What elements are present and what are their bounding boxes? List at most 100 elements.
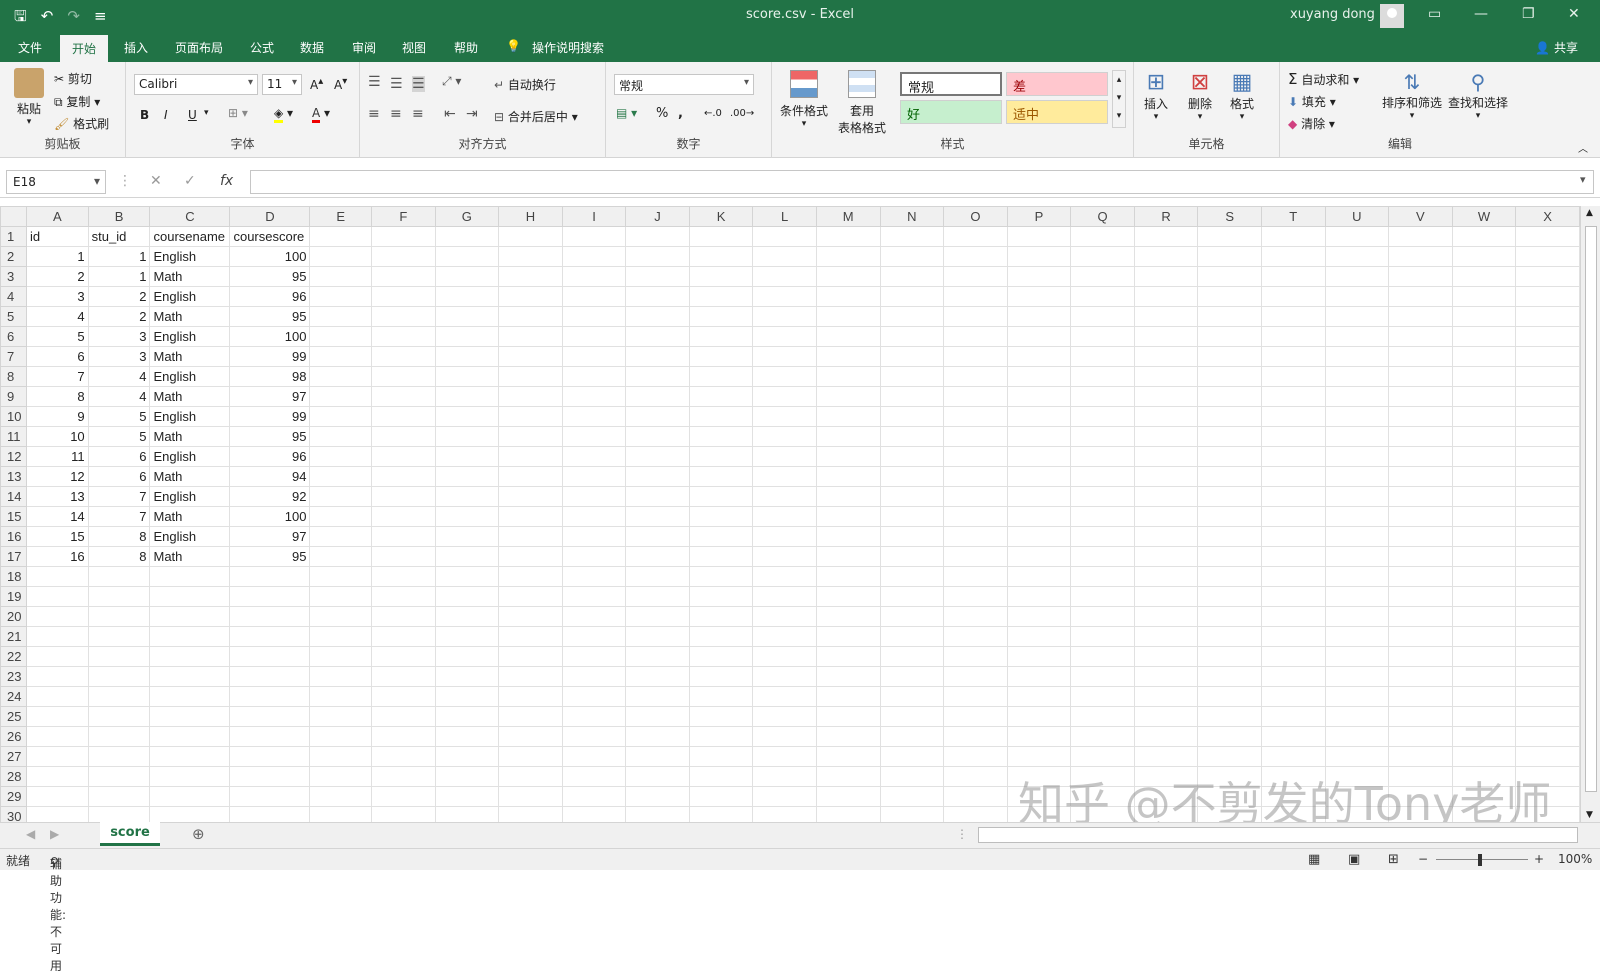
- cell[interactable]: [688, 506, 754, 527]
- cell[interactable]: [149, 806, 231, 822]
- cell[interactable]: [815, 726, 881, 747]
- cell[interactable]: [1197, 526, 1262, 547]
- row-header[interactable]: 12: [0, 446, 27, 467]
- tab-page-layout[interactable]: 页面布局: [175, 39, 223, 56]
- cell[interactable]: [229, 666, 311, 687]
- cell[interactable]: 2: [87, 306, 151, 327]
- cell[interactable]: [688, 326, 754, 347]
- cell[interactable]: [1515, 546, 1580, 567]
- cell[interactable]: [752, 446, 817, 467]
- cell[interactable]: [943, 506, 1008, 527]
- cell[interactable]: [309, 706, 373, 727]
- cell[interactable]: English: [149, 486, 231, 507]
- cell[interactable]: [1260, 246, 1326, 267]
- enter-icon[interactable]: ✓: [184, 173, 196, 189]
- cell[interactable]: [309, 306, 373, 327]
- cell[interactable]: [1451, 346, 1517, 367]
- cell[interactable]: [561, 346, 627, 367]
- cell[interactable]: [879, 246, 945, 267]
- cell[interactable]: [1515, 486, 1580, 507]
- tell-me-search[interactable]: 操作说明搜索: [532, 39, 604, 56]
- column-header[interactable]: V: [1388, 206, 1453, 227]
- cell[interactable]: [879, 566, 945, 587]
- cell[interactable]: [1197, 726, 1262, 747]
- ribbon-display-icon[interactable]: ▭: [1428, 6, 1441, 22]
- cell[interactable]: [25, 746, 89, 767]
- italic-button[interactable]: I: [164, 108, 168, 122]
- column-header[interactable]: N: [879, 206, 945, 227]
- cell[interactable]: 2: [25, 266, 89, 287]
- cell[interactable]: [498, 486, 563, 507]
- cut-button[interactable]: ✂ 剪切: [54, 70, 92, 87]
- cell[interactable]: [1451, 446, 1517, 467]
- cell[interactable]: [309, 766, 373, 787]
- split-handle-icon[interactable]: ⋮: [956, 827, 968, 841]
- cell[interactable]: [149, 586, 231, 607]
- tab-formulas[interactable]: 公式: [250, 39, 274, 56]
- cell[interactable]: [149, 566, 231, 587]
- cell[interactable]: [1133, 626, 1199, 647]
- cell[interactable]: [498, 766, 563, 787]
- row-header[interactable]: 27: [0, 746, 27, 767]
- cell[interactable]: [1260, 666, 1326, 687]
- cell[interactable]: [1197, 406, 1262, 427]
- avatar[interactable]: [1380, 4, 1404, 28]
- row-header[interactable]: 7: [0, 346, 27, 367]
- align-left-icon[interactable]: ≡: [368, 106, 380, 122]
- cell[interactable]: [1260, 686, 1326, 707]
- cell[interactable]: 16: [25, 546, 89, 567]
- cell[interactable]: [229, 626, 311, 647]
- cell[interactable]: [879, 606, 945, 627]
- cell[interactable]: [1388, 526, 1453, 547]
- cell[interactable]: [561, 266, 627, 287]
- cell[interactable]: [688, 786, 754, 807]
- row-header[interactable]: 24: [0, 686, 27, 707]
- cell[interactable]: [688, 666, 754, 687]
- cell[interactable]: [1515, 326, 1580, 347]
- cell[interactable]: [1388, 286, 1453, 307]
- cell[interactable]: [879, 766, 945, 787]
- cell[interactable]: [1197, 326, 1262, 347]
- cell[interactable]: [752, 726, 817, 747]
- vertical-scrollbar[interactable]: ▲ ▼: [1580, 206, 1600, 822]
- cell[interactable]: [1006, 466, 1072, 487]
- cell[interactable]: [1388, 486, 1453, 507]
- cell[interactable]: [1515, 706, 1580, 727]
- cell[interactable]: [879, 646, 945, 667]
- column-header[interactable]: G: [434, 206, 500, 227]
- close-icon[interactable]: ✕: [1568, 6, 1580, 22]
- cell[interactable]: [1133, 426, 1199, 447]
- cell[interactable]: 7: [87, 506, 151, 527]
- cell[interactable]: [371, 506, 436, 527]
- row-header[interactable]: 17: [0, 546, 27, 567]
- cell[interactable]: [815, 686, 881, 707]
- cell[interactable]: [1388, 366, 1453, 387]
- cell[interactable]: [879, 666, 945, 687]
- cell-style-normal[interactable]: 常规: [900, 72, 1002, 96]
- cell[interactable]: [1324, 706, 1390, 727]
- row-header[interactable]: 25: [0, 706, 27, 727]
- cell[interactable]: [1070, 626, 1135, 647]
- cell[interactable]: [498, 246, 563, 267]
- cell[interactable]: [625, 766, 690, 787]
- cell[interactable]: [943, 766, 1008, 787]
- collapse-ribbon-icon[interactable]: ︿: [1578, 140, 1588, 155]
- cell[interactable]: Math: [149, 506, 231, 527]
- column-header[interactable]: J: [625, 206, 690, 227]
- cell[interactable]: [688, 306, 754, 327]
- cell[interactable]: [1197, 586, 1262, 607]
- cell[interactable]: [1515, 746, 1580, 767]
- cell[interactable]: [625, 706, 690, 727]
- cell[interactable]: [879, 706, 945, 727]
- cell[interactable]: [1324, 626, 1390, 647]
- column-header[interactable]: W: [1451, 206, 1517, 227]
- row-header[interactable]: 28: [0, 766, 27, 787]
- cell[interactable]: [943, 446, 1008, 467]
- cell[interactable]: [688, 286, 754, 307]
- cell[interactable]: [1006, 286, 1072, 307]
- cell[interactable]: 6: [25, 346, 89, 367]
- align-right-icon[interactable]: ≡: [412, 106, 424, 122]
- cell[interactable]: 8: [87, 526, 151, 547]
- cell[interactable]: [434, 266, 500, 287]
- cell[interactable]: [1451, 666, 1517, 687]
